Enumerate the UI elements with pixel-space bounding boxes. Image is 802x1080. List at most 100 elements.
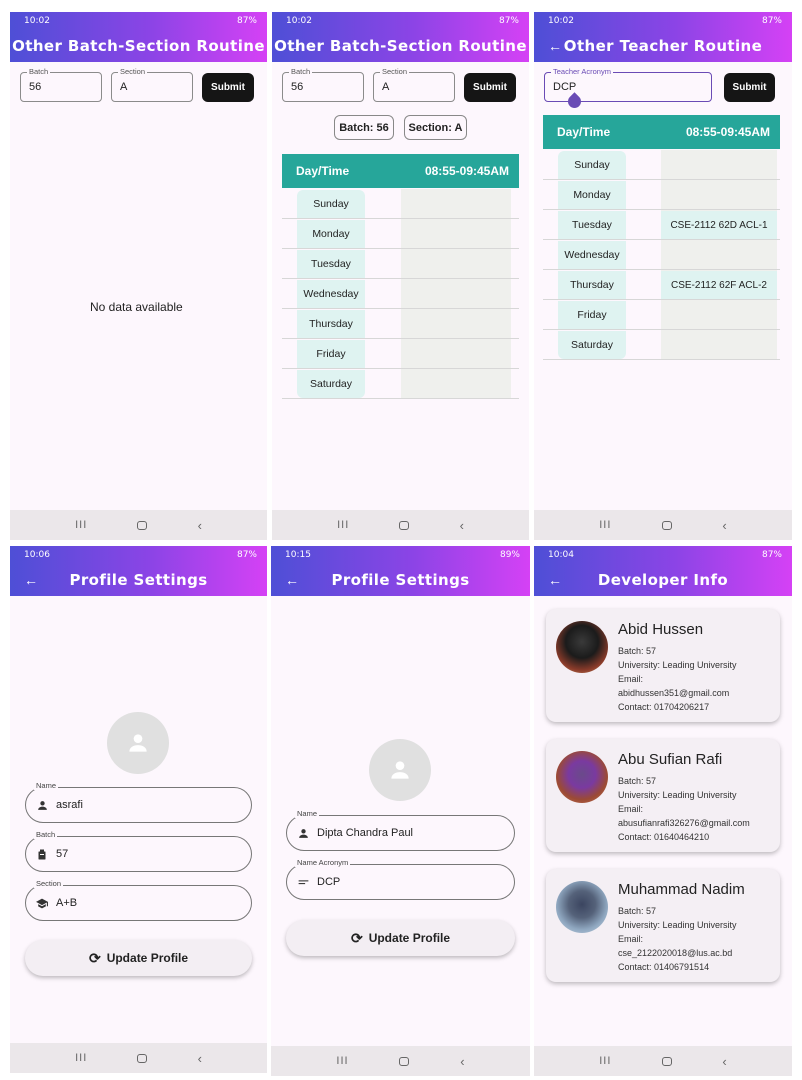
screen-teacher-routine: 10:02 87% ← Other Teacher Routine Teache…: [534, 12, 792, 540]
status-time: 10:02: [286, 16, 312, 26]
section-value: A+B: [56, 897, 78, 909]
batch-label: Batch: [289, 67, 313, 76]
submit-button[interactable]: Submit: [464, 73, 516, 102]
name-value: Dipta Chandra Paul: [317, 827, 414, 839]
batch-field[interactable]: Batch 56: [20, 67, 102, 102]
developer-photo: [556, 621, 608, 673]
day-cell: Friday: [297, 340, 365, 368]
batch-field[interactable]: Batch 56: [282, 67, 364, 102]
recent-apps-icon[interactable]: III: [599, 1055, 611, 1067]
developer-photo: [556, 751, 608, 803]
name-acronym-field[interactable]: Name Acronym DCP: [286, 858, 515, 900]
name-label: Name: [295, 809, 320, 818]
system-nav-bar: III ‹: [272, 510, 529, 540]
back-nav-icon[interactable]: ‹: [460, 518, 464, 533]
status-bar: 10:02 87%: [10, 12, 267, 30]
graduation-cap-icon: [35, 896, 49, 910]
recent-apps-icon[interactable]: III: [599, 519, 611, 531]
slot-cell: [661, 241, 777, 269]
status-battery: 87%: [761, 16, 782, 26]
no-data-message: No data available: [90, 300, 183, 314]
header-day-time: Day/Time: [296, 164, 350, 178]
day-cell: Tuesday: [297, 250, 365, 278]
name-field[interactable]: Name asrafi: [25, 781, 252, 823]
submit-button[interactable]: Submit: [202, 73, 254, 102]
slot-cell: [661, 331, 777, 359]
developer-batch: Batch: 57: [618, 906, 657, 916]
recent-apps-icon[interactable]: III: [75, 1052, 87, 1064]
back-nav-icon[interactable]: ‹: [198, 1051, 202, 1066]
page-title: Other Batch-Section Routine: [12, 37, 265, 55]
screen-profile-settings-teacher: 10:15 89% ← Profile Settings Name Dipta …: [271, 546, 530, 1076]
name-acronym-label: Name Acronym: [295, 858, 351, 867]
developer-email[interactable]: abidhussen351@gmail.com: [618, 688, 729, 698]
back-nav-icon[interactable]: ‹: [460, 1054, 464, 1069]
day-cell: Wednesday: [297, 280, 365, 308]
home-icon[interactable]: [399, 1056, 410, 1066]
screen-batch-section-routine: 10:02 87% ← Other Batch-Section Routine …: [272, 12, 529, 540]
day-cell: Thursday: [297, 310, 365, 338]
system-nav-bar: III ‹: [10, 510, 267, 540]
section-field[interactable]: Section A+B: [25, 879, 252, 921]
name-field[interactable]: Name Dipta Chandra Paul: [286, 809, 515, 851]
batch-field[interactable]: Batch 57: [25, 830, 252, 872]
status-bar: 10:15 89%: [271, 546, 530, 564]
person-icon: [391, 761, 409, 779]
section-chip: Section: A: [404, 115, 467, 140]
home-icon[interactable]: [137, 520, 148, 530]
developer-batch: Batch: 57: [618, 646, 657, 656]
recent-apps-icon[interactable]: III: [75, 519, 87, 531]
back-nav-icon[interactable]: ‹: [722, 1054, 726, 1069]
developer-university: University: Leading University: [618, 920, 737, 930]
short-text-icon: [296, 875, 310, 889]
home-icon[interactable]: [661, 1056, 672, 1066]
status-time: 10:06: [24, 550, 50, 560]
section-field[interactable]: Section A: [111, 67, 193, 102]
developer-card: Muhammad Nadim Batch: 57 University: Lea…: [546, 869, 780, 982]
header-day-time: Day/Time: [557, 125, 611, 139]
profile-avatar[interactable]: [107, 712, 169, 774]
person-icon: [129, 734, 147, 752]
day-cell: Saturday: [297, 370, 365, 398]
submit-button[interactable]: Submit: [724, 73, 775, 102]
recent-apps-icon[interactable]: III: [337, 519, 349, 531]
section-field[interactable]: Section A: [373, 67, 455, 102]
developer-email-label: Email:: [618, 674, 644, 684]
header-time-slot: 08:55-09:45AM: [424, 164, 509, 178]
update-profile-button[interactable]: ⟳ Update Profile: [25, 940, 252, 976]
home-icon[interactable]: [399, 520, 410, 530]
batch-label: Batch: [34, 830, 58, 839]
profile-avatar[interactable]: [369, 739, 431, 801]
section-value: A: [382, 81, 390, 93]
day-cell: Sunday: [558, 151, 626, 179]
day-cell: Wednesday: [558, 241, 626, 269]
status-battery: 87%: [236, 550, 257, 560]
status-bar: 10:02 87%: [272, 12, 529, 30]
name-value: asrafi: [56, 799, 83, 811]
day-cell: Saturday: [558, 331, 626, 359]
name-label: Name: [34, 781, 59, 790]
system-nav-bar: III ‹: [271, 1046, 530, 1076]
developer-university: University: Leading University: [618, 660, 737, 670]
person-icon: [296, 826, 310, 840]
text-cursor-handle[interactable]: [565, 92, 584, 111]
update-profile-button[interactable]: ⟳ Update Profile: [286, 920, 515, 956]
developer-photo: [556, 881, 608, 933]
status-time: 10:02: [24, 16, 50, 26]
developer-contact: Contact: 01640464210: [618, 832, 710, 842]
system-nav-bar: III ‹: [534, 1046, 792, 1076]
page-title: Profile Settings: [331, 571, 470, 589]
home-icon[interactable]: [661, 520, 672, 530]
page-title: Profile Settings: [69, 571, 208, 589]
developer-email[interactable]: cse_2122020018@lus.ac.bd: [618, 948, 732, 958]
home-icon[interactable]: [137, 1053, 148, 1063]
back-nav-icon[interactable]: ‹: [722, 518, 726, 533]
recent-apps-icon[interactable]: III: [336, 1055, 348, 1067]
back-nav-icon[interactable]: ‹: [198, 518, 202, 533]
developer-contact: Contact: 01406791514: [618, 962, 710, 972]
teacher-acronym-field[interactable]: Teacher Acronym DCP: [544, 67, 712, 111]
slot-cell: CSE-2112 62D ACL-1: [661, 211, 777, 239]
slot-cell: [661, 301, 777, 329]
developer-email[interactable]: abusufianrafi326276@gmail.com: [618, 818, 750, 828]
status-bar: 10:04 87%: [534, 546, 792, 564]
